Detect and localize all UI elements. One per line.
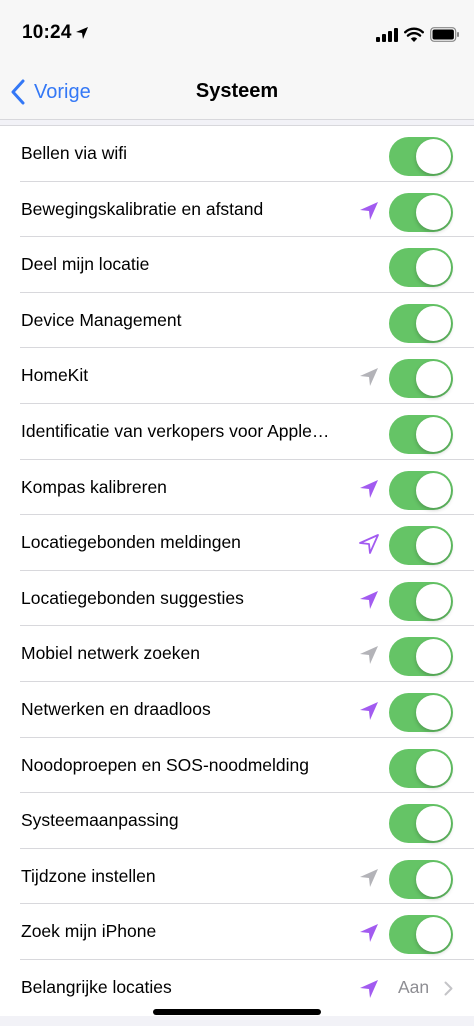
- settings-row-label: Locatiegebonden suggesties: [21, 587, 244, 608]
- settings-row-label: Identificatie van verkopers voor Apple…: [21, 420, 330, 441]
- toggle-switch[interactable]: [389, 137, 453, 176]
- status-time: 10:24: [22, 22, 72, 43]
- chevron-right-icon: [444, 981, 453, 996]
- toggle-switch[interactable]: [389, 692, 453, 732]
- toggle-knob: [416, 361, 451, 397]
- toggle-switch[interactable]: [389, 303, 453, 343]
- toggle-switch[interactable]: [389, 414, 453, 454]
- significant-locations-row[interactable]: Belangrijke locaties Aan: [0, 960, 474, 1016]
- settings-row: HomeKit: [0, 348, 474, 404]
- location-arrow-icon: [360, 590, 378, 609]
- settings-row-label: Belangrijke locaties: [21, 976, 172, 997]
- settings-row-label: HomeKit: [21, 365, 89, 386]
- settings-row: Zoek mijn iPhone: [0, 904, 474, 960]
- settings-row-label: Kompas kalibreren: [21, 476, 167, 497]
- settings-row-label: Zoek mijn iPhone: [21, 921, 157, 942]
- toggle-switch[interactable]: [389, 637, 453, 677]
- settings-row: Locatiegebonden suggesties: [0, 571, 474, 627]
- toggle-switch[interactable]: [389, 581, 453, 621]
- toggle-knob: [416, 750, 451, 786]
- toggle-knob: [416, 305, 451, 341]
- toggle-switch[interactable]: [389, 359, 453, 399]
- settings-row: Deel mijn locatie: [0, 237, 474, 293]
- settings-row-label: Tijdzone instellen: [21, 865, 156, 886]
- location-arrow-icon: [360, 924, 378, 943]
- toggle-switch[interactable]: [389, 915, 453, 955]
- cellular-signal-icon: [376, 28, 398, 42]
- settings-row: Kompas kalibreren: [0, 460, 474, 516]
- settings-row-label: Netwerken en draadloos: [21, 698, 211, 719]
- settings-row: Bewegingskalibratie en afstand: [0, 182, 474, 238]
- detail-value: Aan: [398, 976, 430, 997]
- settings-row: Noodoproepen en SOS-noodmelding: [0, 738, 474, 794]
- toggle-knob: [416, 528, 451, 564]
- settings-row-label: Locatiegebonden meldingen: [21, 532, 241, 553]
- toggle-knob: [416, 416, 451, 452]
- toggle-knob: [416, 472, 451, 508]
- settings-row-label: Device Management: [21, 309, 182, 330]
- system-services-list: Bellen via wifi Bewegingskalibratie en af…: [0, 125, 474, 1016]
- settings-row-label: Bewegingskalibratie en afstand: [21, 198, 264, 219]
- toggle-switch[interactable]: [389, 804, 453, 844]
- status-bar: 10:24: [0, 0, 474, 64]
- location-arrow-icon: [360, 868, 378, 887]
- settings-row: Mobiel netwerk zoeken: [0, 626, 474, 682]
- toggle-switch[interactable]: [389, 859, 453, 899]
- settings-row-label: Mobiel netwerk zoeken: [21, 643, 200, 664]
- location-arrow-icon: [360, 368, 378, 387]
- toggle-switch[interactable]: [389, 192, 453, 232]
- toggle-switch[interactable]: [389, 470, 453, 510]
- settings-row-label: Bellen via wifi: [21, 143, 128, 163]
- battery-icon: [430, 27, 459, 42]
- settings-row: Systeemaanpassing: [0, 793, 474, 849]
- toggle-switch[interactable]: [389, 248, 453, 288]
- settings-row: Identificatie van verkopers voor Apple…: [0, 404, 474, 460]
- location-arrow-icon: [360, 201, 378, 220]
- settings-row: Locatiegebonden meldingen: [0, 515, 474, 571]
- location-services-icon: [76, 27, 88, 39]
- toggle-knob: [416, 139, 451, 174]
- settings-row: Bellen via wifi: [0, 126, 474, 182]
- location-arrow-icon: [360, 646, 378, 665]
- settings-row-label: Noodoproepen en SOS-noodmelding: [21, 754, 309, 775]
- toggle-knob: [416, 917, 451, 953]
- toggle-knob: [416, 694, 451, 730]
- settings-row: Device Management: [0, 293, 474, 349]
- toggle-switch[interactable]: [389, 526, 453, 566]
- location-arrow-icon: [360, 479, 378, 498]
- settings-row-label: Systeemaanpassing: [21, 810, 179, 831]
- location-arrow-outline-icon: [359, 534, 379, 555]
- toggle-knob: [416, 639, 451, 675]
- toggle-knob: [416, 583, 451, 619]
- page-title: Systeem: [195, 80, 279, 102]
- toggle-knob: [416, 194, 451, 230]
- toggle-knob: [416, 861, 451, 897]
- toggle-switch[interactable]: [389, 748, 453, 788]
- wifi-icon: [404, 27, 424, 42]
- settings-row: Netwerken en draadloos: [0, 682, 474, 738]
- toggle-knob: [416, 250, 451, 286]
- toggle-knob: [416, 806, 451, 842]
- home-indicator[interactable]: [153, 1009, 321, 1015]
- location-arrow-icon: [360, 979, 378, 998]
- location-arrow-icon: [360, 701, 378, 720]
- settings-row-label: Deel mijn locatie: [21, 254, 150, 275]
- navigation-bar: Vorige Systeem: [0, 64, 474, 120]
- settings-row: Tijdzone instellen: [0, 849, 474, 905]
